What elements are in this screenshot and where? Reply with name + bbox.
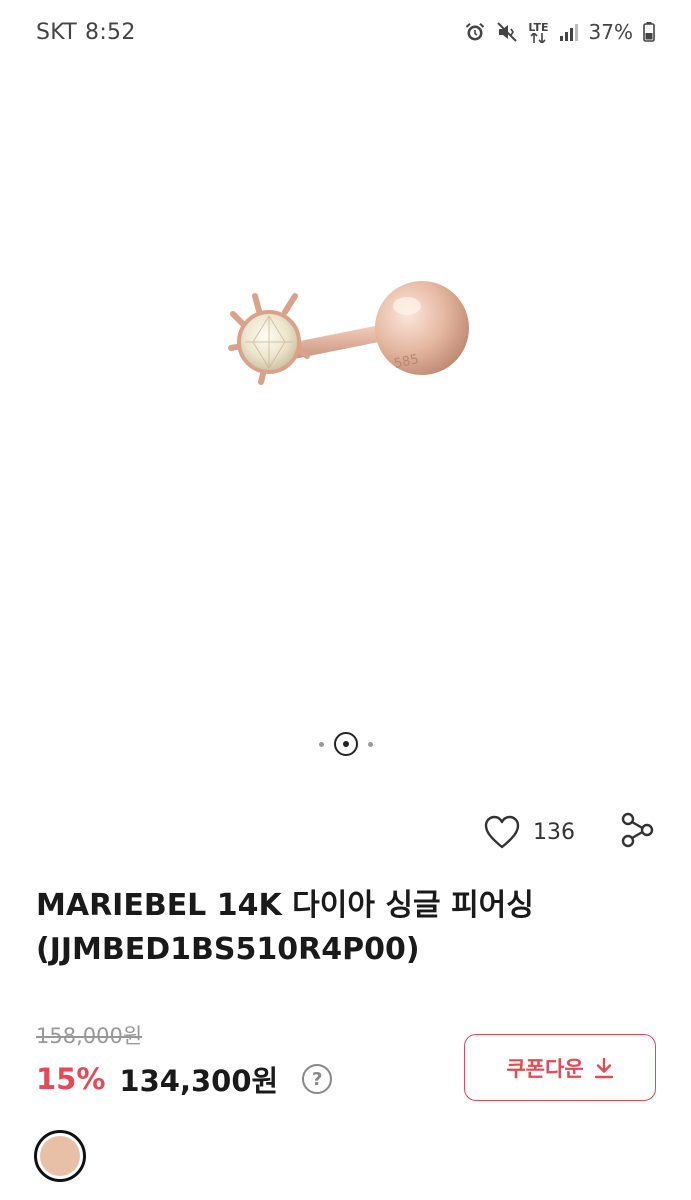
like-button[interactable]: 136 (483, 814, 575, 850)
swatch-color (40, 1136, 80, 1176)
sale-price: 134,300원 (119, 1064, 279, 1098)
heart-icon (484, 815, 520, 849)
product-actions: 136 (483, 812, 655, 852)
pager-dot-current[interactable] (333, 732, 358, 756)
piercing-illustration: 585 (228, 281, 469, 385)
clock: 8:52 (85, 20, 136, 45)
discount-rate: 15% (36, 1062, 106, 1096)
original-price: 158,000원 (36, 1024, 143, 1048)
status-right: LTE 37% (464, 20, 655, 44)
coupon-label: 쿠폰다운 (506, 1056, 584, 1081)
battery-level: 37% (588, 20, 633, 44)
image-pager (0, 732, 691, 756)
battery-icon (643, 22, 655, 42)
like-count: 136 (533, 819, 575, 845)
mute-icon (496, 21, 518, 43)
product-title: MARIEBEL 14K 다이아 싱글 피어싱 (JJMBED1BS510R4P… (36, 888, 534, 967)
color-swatch-rose-gold[interactable] (34, 1130, 86, 1182)
share-button[interactable] (619, 812, 655, 852)
share-icon (621, 812, 654, 848)
lte-icon: LTE (528, 22, 549, 43)
price-row: 15% 134,300원 ? (36, 1058, 333, 1100)
coupon-download-button[interactable]: 쿠폰다운 (464, 1034, 656, 1101)
download-arrow-icon (594, 1057, 613, 1078)
pager-dot[interactable] (318, 741, 324, 747)
status-left: SKT 8:52 (36, 20, 136, 45)
alarm-icon (464, 21, 486, 43)
product-image[interactable]: 585 (0, 66, 691, 726)
signal-icon (559, 23, 579, 41)
carrier-label: SKT (36, 20, 78, 45)
status-bar: SKT 8:52 LTE 37% (0, 0, 691, 66)
help-icon[interactable]: ? (302, 1064, 333, 1094)
pager-dot[interactable] (367, 741, 373, 747)
